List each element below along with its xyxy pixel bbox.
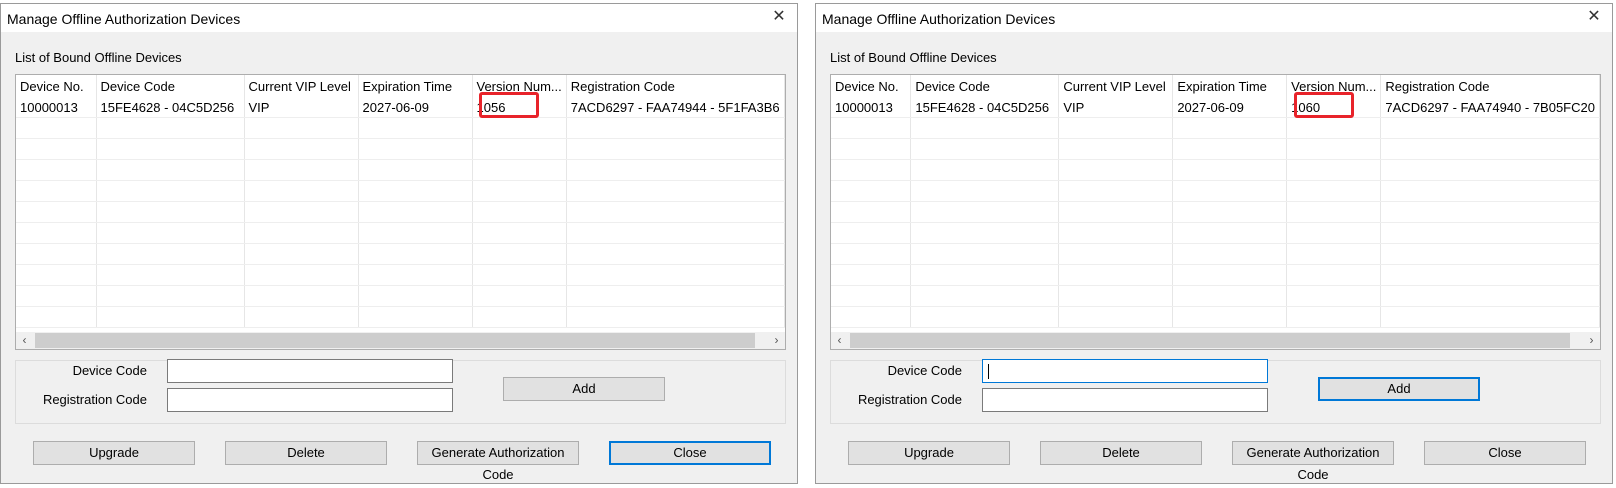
empty-row	[831, 201, 1600, 223]
column-header-vip-level[interactable]: Current VIP Level	[1058, 75, 1174, 97]
empty-row	[16, 285, 785, 307]
empty-row	[831, 264, 1600, 286]
device-code-input[interactable]	[167, 359, 453, 383]
horizontal-scrollbar[interactable]: ‹ ›	[16, 332, 785, 349]
column-header-expiration[interactable]: Expiration Time	[1172, 75, 1288, 97]
table-row[interactable]: 10000013 15FE4628 - 04C5D256 VIP 2027-06…	[16, 97, 785, 118]
column-header-device-no[interactable]: Device No.	[16, 75, 97, 97]
registration-code-label: Registration Code	[42, 392, 147, 407]
registration-code-label: Registration Code	[857, 392, 962, 407]
cell-device-code: 15FE4628 - 04C5D256	[96, 97, 245, 118]
bound-devices-list[interactable]: Device No. Device Code Current VIP Level…	[15, 74, 786, 350]
column-header-device-no[interactable]: Device No.	[831, 75, 912, 97]
registration-code-input[interactable]	[167, 388, 453, 412]
empty-row	[16, 180, 785, 202]
registration-code-input[interactable]	[982, 388, 1268, 412]
scrollbar-thumb[interactable]	[850, 333, 1570, 348]
close-icon[interactable]: ✕	[769, 7, 789, 27]
cell-expiration: 2027-06-09	[1172, 97, 1288, 118]
table-row[interactable]: 10000013 15FE4628 - 04C5D256 VIP 2027-06…	[831, 97, 1600, 118]
add-button[interactable]: Add	[1318, 377, 1480, 401]
chevron-left-icon[interactable]: ‹	[831, 332, 848, 349]
empty-row	[831, 159, 1600, 181]
scrollbar-thumb[interactable]	[35, 333, 755, 348]
add-button[interactable]: Add	[503, 377, 665, 401]
device-code-input[interactable]	[982, 359, 1268, 383]
manage-devices-dialog-right: Manage Offline Authorization Devices ✕ L…	[815, 3, 1613, 484]
empty-row	[16, 306, 785, 328]
empty-row	[831, 180, 1600, 202]
cell-vip-level: VIP	[244, 97, 359, 118]
dialog-title: Manage Offline Authorization Devices	[822, 11, 1056, 27]
empty-row	[16, 138, 785, 160]
empty-row	[16, 264, 785, 286]
column-header-device-code[interactable]: Device Code	[910, 75, 1060, 97]
cell-device-code: 15FE4628 - 04C5D256	[910, 97, 1060, 118]
empty-row	[16, 243, 785, 265]
empty-row	[16, 222, 785, 244]
close-icon[interactable]: ✕	[1584, 7, 1604, 27]
cell-expiration: 2027-06-09	[358, 97, 473, 118]
list-label: List of Bound Offline Devices	[15, 50, 182, 65]
device-code-label: Device Code	[72, 363, 147, 378]
bound-devices-list[interactable]: Device No. Device Code Current VIP Level…	[830, 74, 1601, 350]
close-button[interactable]: Close	[1424, 441, 1586, 465]
column-header-expiration[interactable]: Expiration Time	[358, 75, 473, 97]
table-header-row: Device No. Device Code Current VIP Level…	[831, 75, 1600, 97]
horizontal-scrollbar[interactable]: ‹ ›	[831, 332, 1600, 349]
chevron-right-icon[interactable]: ›	[1583, 332, 1600, 349]
devices-table: Device No. Device Code Current VIP Level…	[16, 75, 785, 328]
upgrade-button[interactable]: Upgrade	[848, 441, 1010, 465]
column-header-vip-level[interactable]: Current VIP Level	[244, 75, 359, 97]
generate-authorization-code-button[interactable]: Generate Authorization Code	[417, 441, 579, 482]
column-header-device-code[interactable]: Device Code	[96, 75, 245, 97]
delete-button[interactable]: Delete	[225, 441, 387, 465]
title-bar: Manage Offline Authorization Devices ✕	[816, 4, 1612, 32]
device-code-label: Device Code	[887, 363, 962, 378]
table-header-row: Device No. Device Code Current VIP Level…	[16, 75, 785, 97]
manage-devices-dialog-left: Manage Offline Authorization Devices ✕ L…	[0, 3, 798, 484]
cell-device-no: 10000013	[831, 97, 912, 118]
empty-row	[831, 117, 1600, 139]
list-label: List of Bound Offline Devices	[830, 50, 997, 65]
title-bar: Manage Offline Authorization Devices ✕	[1, 4, 797, 32]
text-caret	[988, 364, 989, 379]
chevron-left-icon[interactable]: ‹	[16, 332, 33, 349]
column-header-registration-code[interactable]: Registration Code	[566, 75, 785, 97]
empty-row	[831, 306, 1600, 328]
version-highlight-box	[1294, 92, 1354, 118]
upgrade-button[interactable]: Upgrade	[33, 441, 195, 465]
close-button[interactable]: Close	[609, 441, 771, 465]
empty-row	[16, 159, 785, 181]
delete-button[interactable]: Delete	[1040, 441, 1202, 465]
empty-row	[831, 222, 1600, 244]
empty-row	[831, 285, 1600, 307]
empty-row	[16, 201, 785, 223]
devices-table: Device No. Device Code Current VIP Level…	[831, 75, 1600, 328]
empty-row	[16, 117, 785, 139]
cell-registration-code: 7ACD6297 - FAA74940 - 7B05FC20	[1380, 97, 1600, 118]
dialog-title: Manage Offline Authorization Devices	[7, 11, 241, 27]
chevron-right-icon[interactable]: ›	[768, 332, 785, 349]
version-highlight-box	[479, 92, 539, 118]
column-header-registration-code[interactable]: Registration Code	[1380, 75, 1600, 97]
cell-registration-code: 7ACD6297 - FAA74944 - 5F1FA3B6	[566, 97, 785, 118]
empty-row	[831, 243, 1600, 265]
cell-vip-level: VIP	[1058, 97, 1174, 118]
cell-device-no: 10000013	[16, 97, 97, 118]
generate-authorization-code-button[interactable]: Generate Authorization Code	[1232, 441, 1394, 482]
empty-row	[831, 138, 1600, 160]
